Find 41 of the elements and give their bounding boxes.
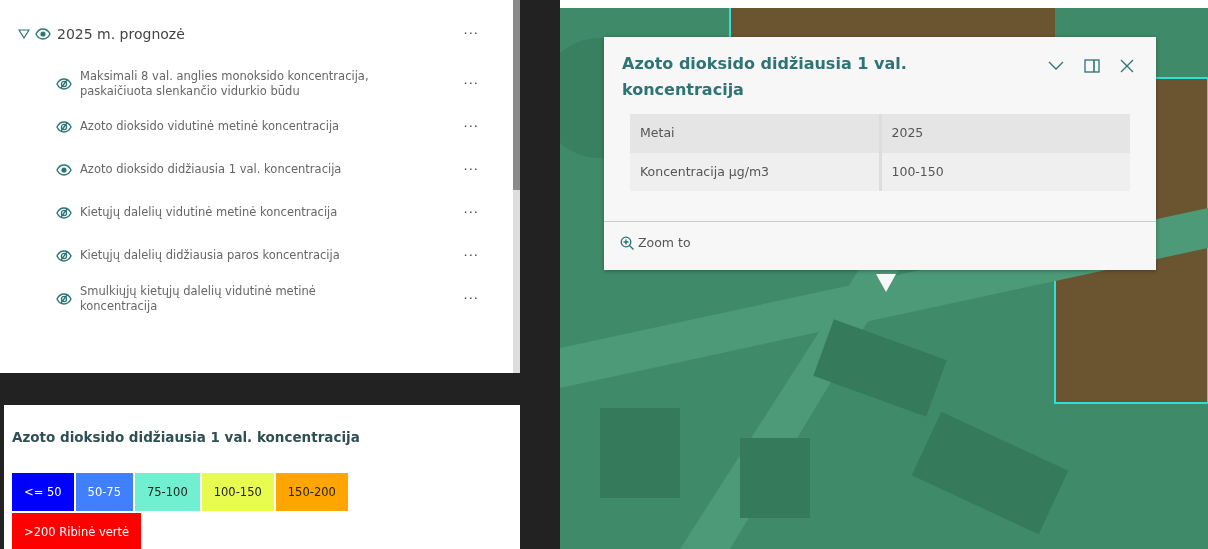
hidden-eye-icon[interactable] bbox=[56, 206, 72, 219]
layer-title[interactable]: Kietųjų dalelių didžiausia paros koncentracija bbox=[80, 248, 385, 263]
table-cell: Koncentracija µg/m3 bbox=[630, 152, 880, 192]
more-options-button[interactable]: ··· bbox=[459, 24, 483, 44]
chevron-down-icon bbox=[1048, 60, 1064, 71]
zoom-in-icon bbox=[620, 236, 635, 252]
more-options-button[interactable]: ··· bbox=[459, 159, 483, 180]
more-options-button[interactable]: ··· bbox=[459, 73, 483, 94]
layer-group-title[interactable]: 2025 m. prognozė bbox=[57, 23, 460, 45]
hidden-eye-icon[interactable] bbox=[56, 249, 72, 262]
more-options-button[interactable]: ··· bbox=[459, 202, 483, 223]
table-cell: Metai bbox=[630, 113, 880, 153]
popup-pointer bbox=[876, 274, 896, 292]
hidden-eye-icon[interactable] bbox=[56, 77, 72, 90]
scrollbar[interactable] bbox=[513, 0, 520, 373]
layer-title[interactable]: Kietųjų dalelių vidutinė metinė koncentracija bbox=[80, 205, 385, 220]
table-cell: 100-150 bbox=[880, 152, 1130, 192]
more-options-button[interactable]: ··· bbox=[459, 116, 483, 137]
table-cell: 2025 bbox=[880, 113, 1130, 153]
legend-swatch: 50-75 bbox=[75, 473, 133, 512]
more-options-button[interactable]: ··· bbox=[459, 288, 483, 309]
legend-swatch: 75-100 bbox=[135, 473, 200, 512]
legend-title: Azoto dioksido didžiausia 1 val. koncentracija bbox=[12, 428, 361, 447]
collapse-icon[interactable] bbox=[18, 29, 30, 39]
close-icon bbox=[1120, 58, 1134, 73]
eye-icon[interactable] bbox=[35, 28, 51, 40]
more-options-button[interactable]: ··· bbox=[459, 245, 483, 266]
popup-title: Azoto dioksido didžiausia 1 val. koncentracija bbox=[622, 53, 908, 102]
zoom-to-button[interactable]: Zoom to bbox=[620, 234, 691, 254]
legend-swatch: 100-150 bbox=[201, 473, 274, 512]
dock-icon bbox=[1084, 58, 1100, 73]
eye-icon[interactable] bbox=[56, 163, 72, 176]
layer-title[interactable]: Azoto dioksido vidutinė metinė koncentracija bbox=[80, 119, 385, 134]
hidden-eye-icon[interactable] bbox=[56, 120, 72, 133]
legend-swatch: <= 50 bbox=[12, 473, 74, 512]
layer-title[interactable]: Azoto dioksido didžiausia 1 val. koncentracija bbox=[80, 162, 385, 177]
layer-title[interactable]: Maksimali 8 val. anglies monoksido koncentracija, paskaičiuota slenkančio vidurkio būdu bbox=[80, 68, 385, 99]
legend-swatch: 150-200 bbox=[275, 473, 348, 512]
layer-title[interactable]: Smulkiųjų kietųjų dalelių vidutinė metinė koncentracija bbox=[80, 283, 385, 314]
legend-swatch: >200 Ribinė vertė bbox=[12, 513, 142, 549]
hidden-eye-icon[interactable] bbox=[56, 292, 72, 305]
